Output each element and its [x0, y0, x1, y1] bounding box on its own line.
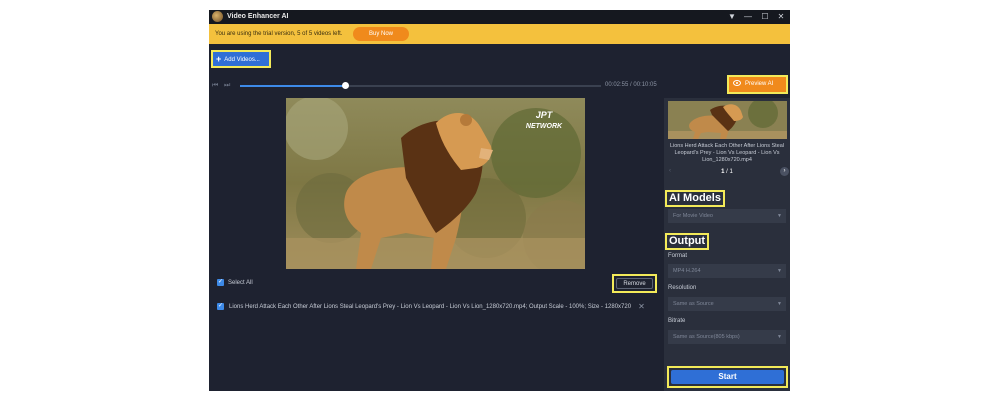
- time-readout: 00:02:55 / 00:10:05: [605, 82, 657, 88]
- page-current: 1: [721, 169, 725, 175]
- title-bar: Video Enhancer AI ▼ — ☐ ✕: [209, 10, 790, 24]
- video-preview: JPT NETWORK: [286, 98, 585, 269]
- select-all-row: ✓ Select All: [217, 279, 253, 286]
- select-all-checkbox[interactable]: ✓: [217, 279, 224, 286]
- bitrate-value: Same as Source(805 kbps): [673, 334, 740, 340]
- prev-page-icon[interactable]: ‹: [669, 168, 671, 174]
- thumbnail-filename: Lions Herd Attack Each Other After Lions…: [669, 143, 785, 163]
- maximize-icon[interactable]: ☐: [758, 11, 772, 23]
- thumbnail-pager: ‹ 1 / 1 ›: [664, 167, 790, 176]
- trial-message: You are using the trial version, 5 of 5 …: [215, 31, 343, 37]
- menu-dropdown-icon[interactable]: ▼: [725, 11, 739, 23]
- trial-banner: You are using the trial version, 5 of 5 …: [209, 24, 790, 44]
- file-list-item[interactable]: ✓ Lions Herd Attack Each Other After Lio…: [217, 302, 662, 311]
- remove-file-icon[interactable]: ✕: [638, 302, 645, 311]
- bitrate-select[interactable]: Same as Source(805 kbps) ▼: [668, 330, 786, 344]
- page-total: / 1: [726, 169, 733, 175]
- next-page-icon[interactable]: ›: [780, 167, 789, 176]
- thumbnail-image: [668, 101, 787, 139]
- select-all-label: Select All: [228, 279, 253, 286]
- app-window: Video Enhancer AI ▼ — ☐ ✕ You are using …: [209, 10, 790, 391]
- minimize-icon[interactable]: —: [741, 11, 755, 23]
- file-entry-text: Lions Herd Attack Each Other After Lions…: [229, 303, 632, 310]
- close-icon[interactable]: ✕: [774, 11, 788, 23]
- timeline-progress: [240, 85, 345, 87]
- format-select[interactable]: MP4 H.264 ▼: [668, 264, 786, 278]
- bitrate-label: Bitrate: [668, 318, 686, 324]
- remove-button[interactable]: Remove: [612, 274, 657, 293]
- chevron-down-icon: ▼: [777, 268, 782, 274]
- video-thumbnail[interactable]: [668, 101, 787, 139]
- app-title: Video Enhancer AI: [227, 13, 289, 20]
- chevron-down-icon: ▼: [777, 213, 782, 219]
- start-button[interactable]: Start: [667, 366, 788, 388]
- lion-video-frame: JPT NETWORK: [286, 98, 585, 269]
- format-value: MP4 H.264: [673, 268, 701, 274]
- add-videos-label: Add Videos...: [224, 57, 260, 63]
- resolution-label: Resolution: [668, 285, 697, 291]
- ai-model-value: For Movie Video: [673, 213, 713, 219]
- skip-back-icon[interactable]: ⏮: [212, 82, 218, 90]
- app-logo-icon: [212, 11, 223, 22]
- format-label: Format: [668, 253, 688, 259]
- output-heading: Output: [665, 233, 710, 250]
- preview-ai-label: Preview AI: [745, 81, 774, 87]
- watermark-line-2: NETWORK: [526, 123, 563, 130]
- timeline-slider[interactable]: [240, 82, 601, 89]
- start-label: Start: [671, 370, 784, 384]
- file-checkbox[interactable]: ✓: [217, 303, 224, 310]
- preview-ai-button[interactable]: Preview AI: [727, 75, 788, 94]
- timeline-handle[interactable]: [341, 82, 349, 89]
- add-videos-button[interactable]: + Add Videos...: [211, 50, 271, 68]
- plus-icon: +: [216, 54, 222, 64]
- play-icon[interactable]: ⏭: [224, 82, 230, 90]
- chevron-down-icon: ▼: [777, 301, 782, 307]
- resolution-select[interactable]: Same as Source ▼: [668, 297, 786, 311]
- resolution-value: Same as Source: [673, 301, 714, 307]
- chevron-down-icon: ▼: [777, 334, 782, 340]
- ai-models-heading: AI Models: [665, 190, 725, 207]
- eye-icon: [733, 80, 741, 86]
- remove-label: Remove: [616, 278, 653, 289]
- ai-model-select[interactable]: For Movie Video ▼: [668, 209, 786, 223]
- buy-now-button[interactable]: Buy Now: [353, 27, 409, 41]
- watermark-line-1: JPT: [536, 110, 554, 120]
